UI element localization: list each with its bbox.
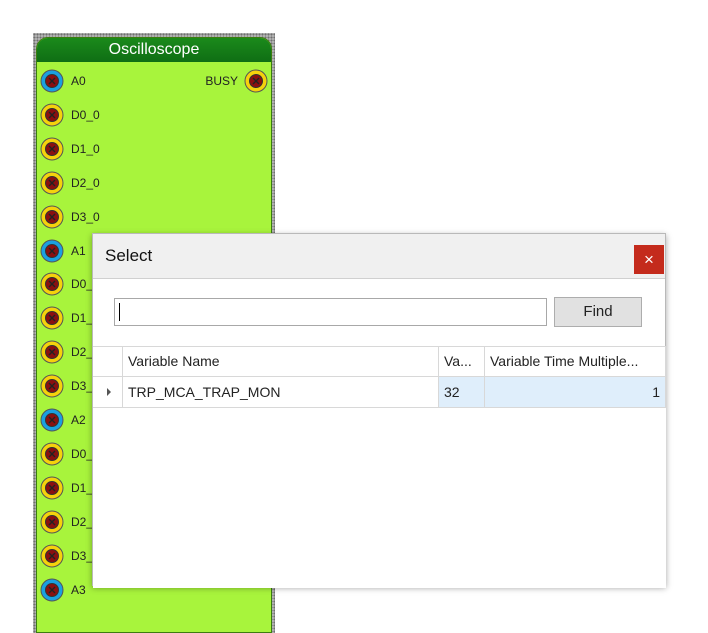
row-header-corner — [93, 347, 123, 377]
pin-label: A0 — [71, 74, 86, 88]
digital-port-icon[interactable] — [40, 205, 64, 229]
table-cell-time-multiple[interactable]: 1 — [485, 377, 666, 408]
digital-port-icon[interactable] — [40, 306, 64, 330]
digital-port-icon[interactable] — [40, 476, 64, 500]
analog-port-icon[interactable] — [40, 239, 64, 263]
text-caret — [119, 303, 120, 321]
row-pointer-icon — [107, 388, 111, 396]
column-header-variable-name[interactable]: Variable Name — [123, 347, 439, 377]
digital-port-icon[interactable] — [40, 442, 64, 466]
digital-port-icon[interactable] — [40, 171, 64, 195]
digital-port-icon[interactable] — [40, 510, 64, 534]
pin-label: D1_0 — [71, 141, 100, 156]
dialog-title: Select — [105, 246, 153, 265]
pin-label: D2_0 — [71, 175, 100, 190]
pin-label: D1_ — [71, 311, 94, 326]
pin-digital[interactable]: D1_0 — [40, 137, 220, 161]
variables-grid[interactable]: Variable Name Va... Variable Time Multip… — [93, 346, 666, 588]
pin-label: D3_ — [71, 379, 94, 394]
search-input[interactable] — [114, 298, 547, 326]
digital-port-icon[interactable] — [40, 103, 64, 127]
dialog-titlebar[interactable]: Select × — [93, 234, 665, 279]
pin-label: A2 — [71, 413, 86, 427]
pin-label: D3_0 — [71, 209, 100, 224]
pin-label: D0_ — [71, 446, 94, 461]
digital-port-icon[interactable] — [40, 374, 64, 398]
pin-label: D2_ — [71, 345, 94, 360]
column-header-time-multiple[interactable]: Variable Time Multiple... — [485, 347, 666, 377]
column-header-value[interactable]: Va... — [439, 347, 485, 377]
row-selector[interactable] — [93, 377, 123, 408]
pin-label: A3 — [71, 582, 86, 597]
busy-label: BUSY — [205, 74, 238, 88]
digital-port-icon[interactable] — [40, 272, 64, 296]
pin-label: D0_0 — [71, 107, 100, 122]
pin-label: D1_ — [71, 480, 94, 495]
pin-label: D2_ — [71, 514, 94, 529]
busy-pin[interactable]: BUSY — [168, 69, 268, 93]
table-cell-value[interactable]: 32 — [439, 377, 485, 408]
digital-port-icon[interactable] — [40, 544, 64, 568]
analog-port-icon[interactable] — [40, 69, 64, 93]
select-dialog: Select × Find Variable Name Va... Variab… — [92, 233, 666, 588]
digital-port-icon[interactable] — [40, 340, 64, 364]
pin-digital[interactable]: D2_0 — [40, 171, 220, 195]
pin-digital[interactable]: D0_0 — [40, 103, 220, 127]
find-button[interactable]: Find — [554, 297, 642, 327]
pin-label: D0_ — [71, 277, 94, 292]
pin-digital[interactable]: D3_0 — [40, 205, 220, 229]
pin-label: A1 — [71, 243, 86, 258]
analog-port-icon[interactable] — [40, 408, 64, 432]
digital-port-icon[interactable] — [40, 137, 64, 161]
analog-port-icon[interactable] — [40, 578, 64, 602]
table-cell-variable-name[interactable]: TRP_MCA_TRAP_MON — [123, 377, 439, 408]
pin-label: D3_ — [71, 548, 94, 563]
busy-port-icon[interactable] — [244, 69, 268, 93]
close-button[interactable]: × — [634, 245, 664, 274]
oscilloscope-title: Oscilloscope — [37, 38, 271, 62]
